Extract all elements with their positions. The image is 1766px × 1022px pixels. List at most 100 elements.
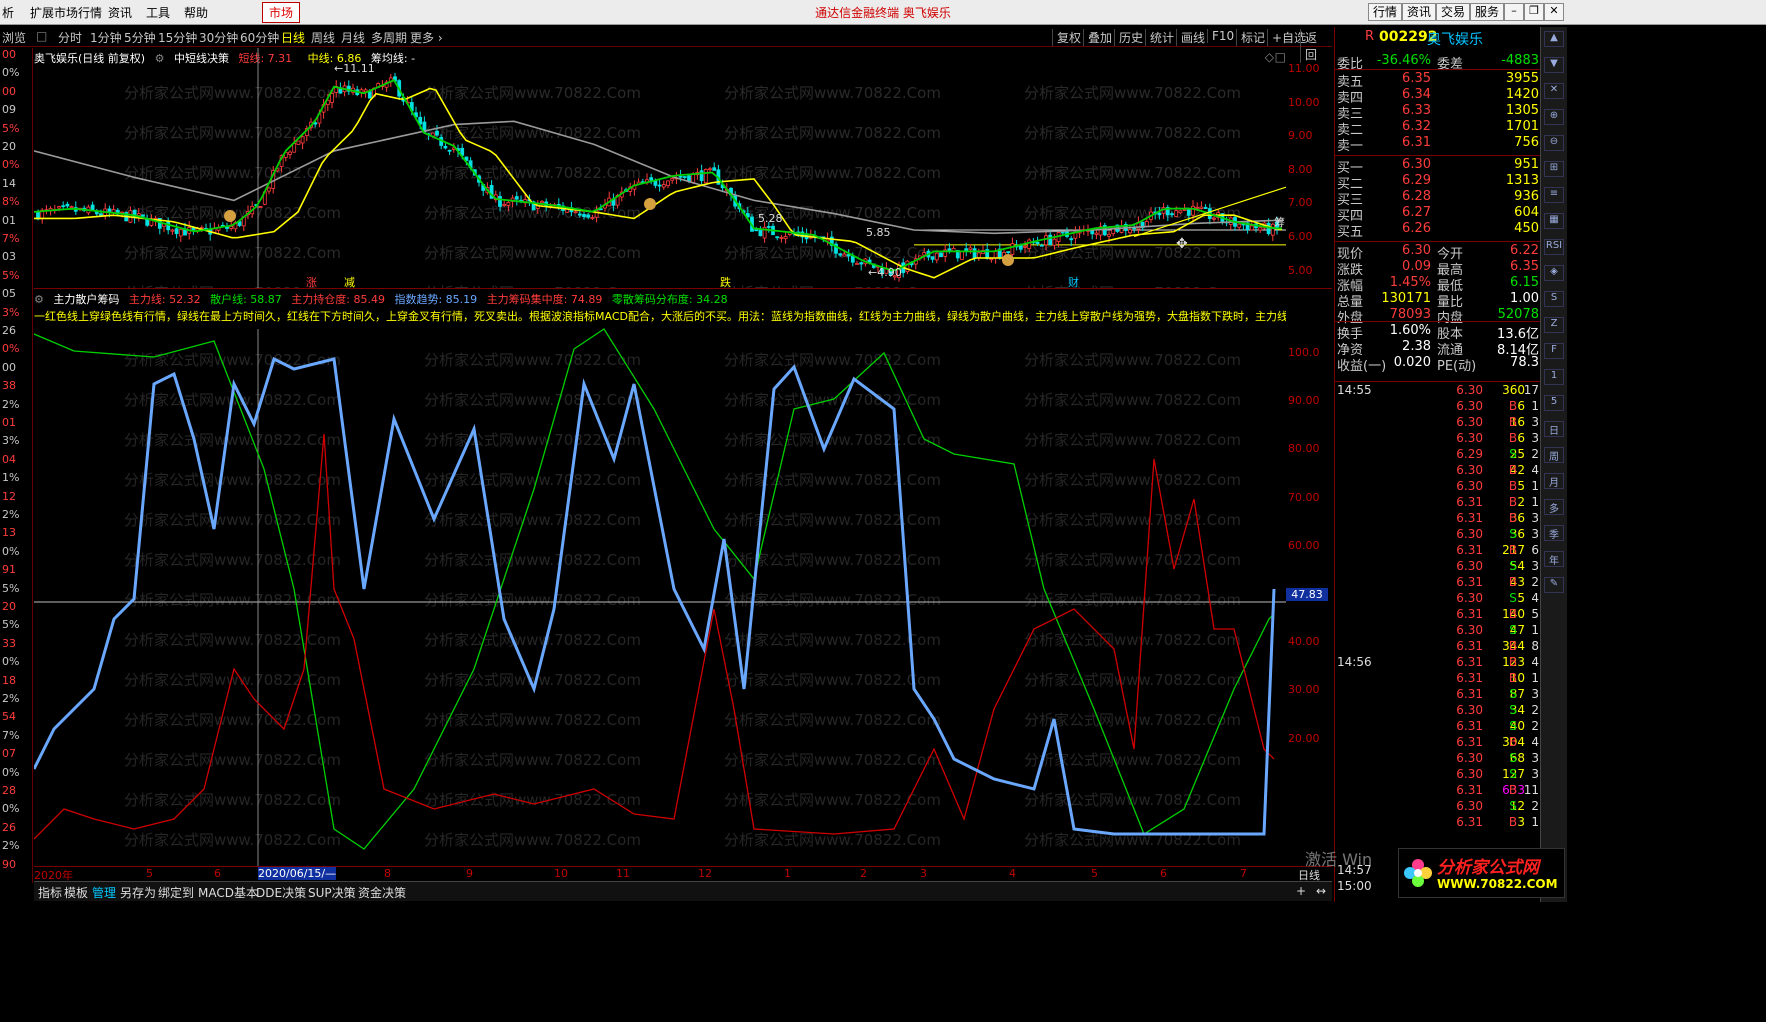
side-tool-icon[interactable]: ✎ <box>1544 577 1564 593</box>
side-tool-icon[interactable]: 多 <box>1544 499 1564 515</box>
side-tool-icon[interactable]: 季 <box>1544 525 1564 541</box>
tick-row[interactable]: 6.30 127 S 3 <box>1335 767 1541 783</box>
indicator-tab[interactable]: 管理 <box>92 884 116 901</box>
period-fenshi[interactable]: 分时 <box>58 29 82 46</box>
tick-row[interactable]: 6.29 25 S 2 <box>1335 447 1541 463</box>
minimize-icon[interactable]: – <box>1504 3 1524 21</box>
tick-row[interactable]: 6.30 47 S 1 <box>1335 623 1541 639</box>
tick-row[interactable]: 6.31 344 B 8 <box>1335 639 1541 655</box>
tick-row[interactable]: 6.31 43 B 2 <box>1335 575 1541 591</box>
period-month[interactable]: 月线 <box>341 29 365 46</box>
period-week[interactable]: 周线 <box>311 29 335 46</box>
side-tool-icon[interactable]: RSI <box>1544 239 1564 255</box>
menu-help[interactable]: 帮助 <box>184 4 208 21</box>
tick-row[interactable]: 6.30 6 B 3 <box>1335 431 1541 447</box>
close-icon[interactable]: ✕ <box>1544 3 1564 21</box>
side-tool-icon[interactable]: Z <box>1544 317 1564 333</box>
period-15min[interactable]: 15分钟 <box>158 29 197 46</box>
period-day[interactable]: 日线 <box>281 29 305 46</box>
side-tool-icon[interactable]: 月 <box>1544 473 1564 489</box>
menu-tools[interactable]: 工具 <box>146 4 170 21</box>
period-multi[interactable]: 多周期 <box>371 29 407 46</box>
market-button[interactable]: 市场 <box>262 2 301 23</box>
side-tool-icon[interactable]: ⊕ <box>1544 109 1564 125</box>
tick-row[interactable]: 6.30 6 B 1 <box>1335 399 1541 415</box>
restore-icon[interactable]: ❐ <box>1524 3 1544 21</box>
tick-row[interactable]: 6.31 10 B 1 <box>1335 671 1541 687</box>
kline-pane[interactable]: 奥飞娱乐(日线 前复权) ⚙ 中短线决策 短线: 7.31 中线: 6.86 筹… <box>34 48 1332 288</box>
tick-row[interactable]: 6.31 40 S 2 <box>1335 719 1541 735</box>
indicator-tab[interactable]: 模板 <box>64 884 88 901</box>
date-label: 12 <box>698 867 712 880</box>
side-tool-icon[interactable]: ▲ <box>1544 31 1564 47</box>
side-tool-icon[interactable]: ✕ <box>1544 83 1564 99</box>
tick-row[interactable]: 6.30 12 S 2 <box>1335 799 1541 815</box>
indicator-chart[interactable]: 分析家公式网www.70822.Com 分析家公式网www.70822.Com 分析… <box>34 289 1286 867</box>
tool-f10[interactable]: F10 <box>1207 29 1238 43</box>
period-60min[interactable]: 60分钟 <box>240 29 279 46</box>
side-tool-icon[interactable]: ▼ <box>1544 57 1564 73</box>
service-button[interactable]: 服务 <box>1470 3 1505 21</box>
indicator-tab[interactable]: 指标 <box>38 884 62 901</box>
side-tool-icon[interactable]: ≡ <box>1544 187 1564 203</box>
tool-draw[interactable]: 画线 <box>1176 29 1209 46</box>
kline-chart[interactable]: 分析家公式网www.70822.Com 分析家公式网www.70822.Com 分析… <box>34 48 1286 288</box>
side-tool-icon[interactable]: 1 <box>1544 369 1564 385</box>
side-tool-icon[interactable]: 5 <box>1544 395 1564 411</box>
side-tool-icon[interactable]: 周 <box>1544 447 1564 463</box>
period-5min[interactable]: 5分钟 <box>124 29 156 46</box>
tick-row[interactable]: 6.30 16 B 3 <box>1335 415 1541 431</box>
tick-row[interactable]: 6.31 87 S 3 <box>1335 687 1541 703</box>
indicator-tab[interactable]: 资金决策 <box>358 884 406 901</box>
tick-row[interactable]: 6.30 36 S 3 <box>1335 527 1541 543</box>
menu-analysis[interactable]: 析 <box>2 4 14 21</box>
tool-mark[interactable]: 标记 <box>1236 29 1269 46</box>
indicator-tab[interactable]: MACD基本 <box>198 884 258 901</box>
period-30min[interactable]: 30分钟 <box>199 29 238 46</box>
indicator-pane[interactable]: ⚙ 主力散户筹码 主力线: 52.32 散户线: 58.87 主力持仓度: 85… <box>34 288 1332 867</box>
period-more[interactable]: 更多 › <box>410 29 443 46</box>
side-tool-icon[interactable]: ⊖ <box>1544 135 1564 151</box>
tick-row[interactable]: 14:56 6.31 123 B 4 <box>1335 655 1541 671</box>
side-tool-icon[interactable]: F <box>1544 343 1564 359</box>
tool-history[interactable]: 历史 <box>1114 29 1147 46</box>
indicator-tab[interactable]: SUP决策 <box>308 884 356 901</box>
tick-row[interactable]: 6.31 2 B 1 <box>1335 495 1541 511</box>
side-tool-icon[interactable]: ⊞ <box>1544 161 1564 177</box>
indicator-tab[interactable]: 绑定到 <box>158 884 194 901</box>
tick-row[interactable]: 6.31 36 B 3 <box>1335 511 1541 527</box>
toggle-icon[interactable]: □ <box>36 29 47 43</box>
candle-body <box>682 176 687 178</box>
add-tab-icon[interactable]: + <box>1296 884 1306 898</box>
tick-row[interactable]: 14:55 6.30 360 17 <box>1335 383 1541 399</box>
tool-stats[interactable]: 统计 <box>1145 29 1178 46</box>
browse-button[interactable]: 浏览 <box>2 29 26 46</box>
side-tool-icon[interactable]: ◈ <box>1544 265 1564 281</box>
side-tool-icon[interactable]: 日 <box>1544 421 1564 437</box>
tick-row[interactable]: 6.31 140 B 5 <box>1335 607 1541 623</box>
menu-news[interactable]: 资讯 <box>108 4 132 21</box>
tick-row[interactable]: 6.31 633 B 11 <box>1335 783 1541 799</box>
side-tool-icon[interactable]: 年 <box>1544 551 1564 567</box>
trade-button[interactable]: 交易 <box>1436 3 1471 21</box>
tick-row[interactable]: 6.31 217 B 6 <box>1335 543 1541 559</box>
side-tool-icon[interactable]: ▦ <box>1544 213 1564 229</box>
quote-button[interactable]: 行情 <box>1368 3 1403 21</box>
tick-row[interactable]: 6.31 304 B 4 <box>1335 735 1541 751</box>
tool-overlay[interactable]: 叠加 <box>1083 29 1116 46</box>
indicator-tab[interactable]: 另存为 <box>120 884 156 901</box>
indicator-tab[interactable]: DDE决策 <box>256 884 306 901</box>
tool-fuquan[interactable]: 复权 <box>1052 29 1085 46</box>
tick-row[interactable]: 6.30 42 B 4 <box>1335 463 1541 479</box>
tick-row[interactable]: 6.30 5 B 1 <box>1335 479 1541 495</box>
tick-row[interactable]: 6.30 34 S 2 <box>1335 703 1541 719</box>
tick-row[interactable]: 6.30 5 S 4 <box>1335 591 1541 607</box>
menu-ext-market[interactable]: 扩展市场行情 <box>30 4 102 21</box>
tick-row[interactable]: 6.30 54 S 3 <box>1335 559 1541 575</box>
tick-row[interactable]: 6.31 3 B 1 <box>1335 815 1541 831</box>
scroll-arrow-icon[interactable]: ↔ <box>1316 884 1326 898</box>
period-1min[interactable]: 1分钟 <box>90 29 122 46</box>
side-tool-icon[interactable]: S <box>1544 291 1564 307</box>
info-button[interactable]: 资讯 <box>1402 3 1437 21</box>
tick-row[interactable]: 6.30 68 S 3 <box>1335 751 1541 767</box>
